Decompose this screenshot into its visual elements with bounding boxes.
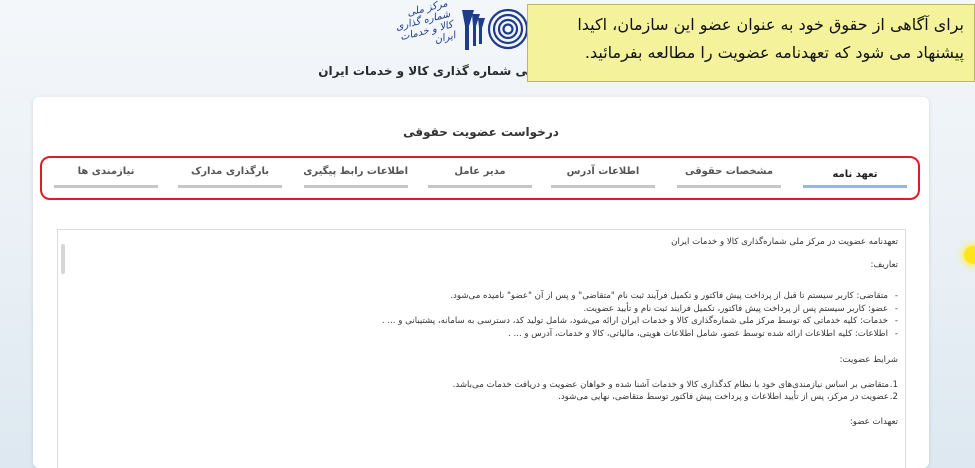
tab-underline: [428, 185, 532, 188]
document-title: تعهدنامه عضویت در مرکز ملی شماره‌گذاری ک…: [671, 237, 898, 247]
list-item-number: 2.: [889, 391, 898, 402]
member-obligations-heading: تعهدات عضو:: [849, 417, 898, 427]
tab-document-upload[interactable]: بارگذاری مدارک: [178, 165, 282, 189]
tab-underline: [54, 185, 158, 188]
tab-label: مشخصات حقوقی: [684, 166, 774, 177]
organization-title: ملی شماره گذاری کالا و خدمات ایران: [318, 64, 540, 78]
membership-notice-banner: برای آگاهی از حقوق خود به عنوان عضو این …: [527, 4, 975, 82]
list-item-number: 1.: [889, 380, 898, 390]
tab-address-info[interactable]: اطلاعات آدرس: [551, 165, 655, 189]
list-item: عضو: کاربر سیستم پس از پرداخت پیش فاکتور…: [78, 303, 898, 316]
list-item: 2. عضویت در مرکز، پس از تأیید اطلاعات و …: [78, 392, 898, 404]
notice-line-2: پیشنهاد می شود که تعهدنامه عضویت را مطال…: [584, 43, 964, 62]
tab-legal-details[interactable]: مشخصات حقوقی: [677, 165, 781, 189]
document-scrollbar[interactable]: [58, 230, 68, 468]
tab-label: اطلاعات آدرس: [566, 166, 640, 177]
tab-label: نیازمندی ها: [77, 166, 135, 177]
organization-logo-script: مرکز ملی شماره گذاری کالا و خدمات ایران: [394, 0, 457, 46]
tab-contact-person-info[interactable]: اطلاعات رابط پیگیری: [303, 165, 408, 189]
tab-ceo[interactable]: مدیر عامل: [428, 165, 532, 189]
conditions-heading: شرایط عضویت:: [839, 355, 898, 365]
list-item: متقاضی: کاربر سیستم تا قبل از پرداخت پیش…: [78, 290, 898, 303]
list-item-text: عضویت در مرکز، پس از تأیید اطلاعات و پرد…: [558, 391, 889, 402]
organization-logo-icon: [462, 8, 528, 50]
tab-active-indicator: [803, 185, 907, 188]
tab-commitment[interactable]: تعهد نامه: [803, 165, 907, 189]
tab-label: تعهد نامه: [832, 169, 878, 180]
page-title: درخواست عضویت حقوقی: [403, 125, 559, 139]
tab-requirements[interactable]: نیازمندی ها: [54, 165, 158, 189]
top-header: مرکز ملی شماره گذاری کالا و خدمات ایران …: [0, 0, 975, 92]
tab-label: مدیر عامل: [454, 166, 506, 177]
conditions-list: 1. متقاضی بر اساس نیازمندی‌های خود با نظ…: [78, 380, 898, 403]
tab-underline: [677, 185, 781, 188]
wizard-tabs: تعهد نامه مشخصات حقوقی اطلاعات آدرس مدیر…: [40, 156, 920, 200]
tab-label: اطلاعات رابط پیگیری: [303, 166, 408, 177]
definitions-heading: تعاریف:: [870, 260, 899, 270]
notice-line-1: برای آگاهی از حقوق خود به عنوان عضو این …: [577, 15, 964, 34]
tab-underline: [551, 185, 655, 188]
list-item: خدمات: کلیه خدماتی که توسط مرکز ملی شمار…: [78, 315, 898, 328]
definitions-list: متقاضی: کاربر سیستم تا قبل از پرداخت پیش…: [78, 290, 898, 340]
document-scrollbar-thumb[interactable]: [61, 244, 65, 274]
cursor-highlight: [964, 246, 975, 264]
commitment-document[interactable]: تعهدنامه عضویت در مرکز ملی شماره‌گذاری ک…: [57, 229, 906, 468]
list-item: اطلاعات: کلیه اطلاعات ارائه شده توسط عضو…: [78, 328, 898, 341]
tab-underline: [304, 185, 408, 188]
tab-label: بارگذاری مدارک: [190, 166, 270, 177]
membership-form-card: درخواست عضویت حقوقی تعهد نامه مشخصات حقو…: [33, 97, 929, 468]
tab-underline: [178, 185, 282, 188]
list-item: 1. متقاضی بر اساس نیازمندی‌های خود با نظ…: [78, 380, 898, 392]
list-item-text: متقاضی بر اساس نیازمندی‌های خود با نظام …: [452, 380, 889, 390]
